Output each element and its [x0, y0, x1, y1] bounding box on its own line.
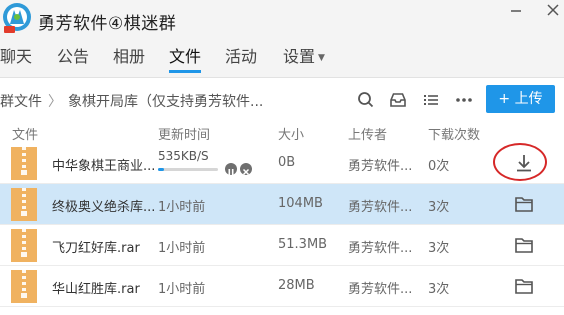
- pause-icon[interactable]: [225, 163, 237, 175]
- file-size: 0B: [278, 155, 296, 170]
- column-header-uploader[interactable]: 上传者: [348, 124, 387, 143]
- file-size: 51.3MB: [278, 237, 328, 252]
- chevron-down-icon: ▼: [318, 52, 325, 63]
- highlight-circle: [493, 143, 547, 181]
- column-header-size[interactable]: 大小: [278, 124, 304, 143]
- download-progress-bar: [158, 168, 218, 171]
- table-row[interactable]: 中华象棋王商业... 535KB/S 0B 勇芳软件... 0次: [0, 143, 564, 184]
- tab-chat[interactable]: 聊天: [0, 45, 32, 73]
- tab-bar: 聊天 公告 相册 文件 活动 设置 ▼: [0, 40, 564, 78]
- cancel-download-icon[interactable]: [240, 163, 252, 176]
- file-downloads: 3次: [428, 200, 450, 215]
- breadcrumb-root[interactable]: 群文件: [0, 94, 42, 110]
- file-uploader[interactable]: 勇芳软件...: [348, 155, 412, 174]
- download-progress-fill: [158, 168, 164, 171]
- search-icon[interactable]: [356, 90, 376, 110]
- file-time: 1小时前: [158, 282, 206, 297]
- file-uploader[interactable]: 勇芳软件...: [348, 237, 412, 256]
- table-row[interactable]: 华山红胜库.rar 1小时前 28MB 勇芳软件... 3次: [0, 266, 564, 307]
- group-files-window: 勇芳软件④棋迷群 聊天 公告 相册 文件 活动 设置 ▼ 群文件〉象棋开局库（仅支…: [0, 0, 564, 315]
- list-view-icon[interactable]: [421, 90, 441, 110]
- file-toolbar: 群文件〉象棋开局库（仅支持勇芳软件... + 上传: [0, 79, 564, 121]
- archive-file-icon: [11, 229, 37, 262]
- qq-group-logo-icon: [3, 3, 31, 33]
- column-header-downloads[interactable]: 下载次数: [428, 124, 480, 143]
- file-name[interactable]: 终极奥义绝杀库...: [52, 196, 155, 215]
- folder-icon[interactable]: [514, 195, 534, 213]
- tab-chat-label: 聊天: [0, 47, 33, 66]
- archive-file-icon: [11, 147, 37, 180]
- file-name[interactable]: 华山红胜库.rar: [52, 278, 140, 297]
- breadcrumb-current: 象棋开局库（仅支持勇芳软件...: [68, 94, 264, 110]
- tab-files[interactable]: 文件: [169, 45, 202, 73]
- tab-album-label: 相册: [113, 47, 146, 66]
- title-bar: 勇芳软件④棋迷群: [0, 0, 564, 40]
- download-speed: 535KB/S: [158, 149, 209, 163]
- file-size: 28MB: [278, 278, 315, 293]
- file-uploader[interactable]: 勇芳软件...: [348, 278, 412, 297]
- file-name[interactable]: 中华象棋王商业...: [52, 155, 155, 174]
- tab-events[interactable]: 活动: [225, 45, 257, 73]
- table-row[interactable]: 飞刀红好库.rar 1小时前 51.3MB 勇芳软件... 3次: [0, 225, 564, 266]
- file-downloads: 0次: [428, 159, 450, 174]
- tab-settings-label: 设置: [283, 47, 316, 66]
- file-downloads: 3次: [428, 241, 450, 256]
- tab-announcement-label: 公告: [57, 47, 90, 66]
- tab-events-label: 活动: [225, 47, 258, 66]
- more-icon[interactable]: [454, 90, 474, 110]
- inbox-icon[interactable]: [388, 90, 408, 110]
- file-size: 104MB: [278, 196, 323, 211]
- table-row[interactable]: 终极奥义绝杀库... 1小时前 104MB 勇芳软件... 3次: [0, 184, 564, 225]
- archive-file-icon: [11, 270, 37, 303]
- breadcrumb: 群文件〉象棋开局库（仅支持勇芳软件...: [0, 91, 263, 111]
- folder-icon[interactable]: [514, 236, 534, 254]
- file-table-header: 文件 更新时间 大小 上传者 下载次数: [0, 121, 564, 143]
- tab-album[interactable]: 相册: [113, 45, 145, 73]
- tab-announcement[interactable]: 公告: [57, 45, 89, 73]
- column-header-time[interactable]: 更新时间: [158, 124, 210, 143]
- group-title: 勇芳软件④棋迷群: [38, 14, 177, 34]
- minimize-icon[interactable]: [508, 2, 524, 18]
- file-uploader[interactable]: 勇芳软件...: [348, 196, 412, 215]
- archive-file-icon: [11, 188, 37, 221]
- breadcrumb-separator: 〉: [48, 94, 62, 110]
- column-header-file[interactable]: 文件: [12, 124, 38, 143]
- file-time: 1小时前: [158, 200, 206, 215]
- file-name[interactable]: 飞刀红好库.rar: [52, 237, 140, 256]
- file-time: 1小时前: [158, 241, 206, 256]
- folder-icon[interactable]: [514, 277, 534, 295]
- upload-button[interactable]: + 上传: [486, 85, 555, 113]
- close-icon[interactable]: [545, 2, 561, 18]
- file-downloads: 3次: [428, 282, 450, 297]
- tab-settings[interactable]: 设置 ▼: [283, 45, 325, 73]
- tab-files-label: 文件: [169, 47, 202, 66]
